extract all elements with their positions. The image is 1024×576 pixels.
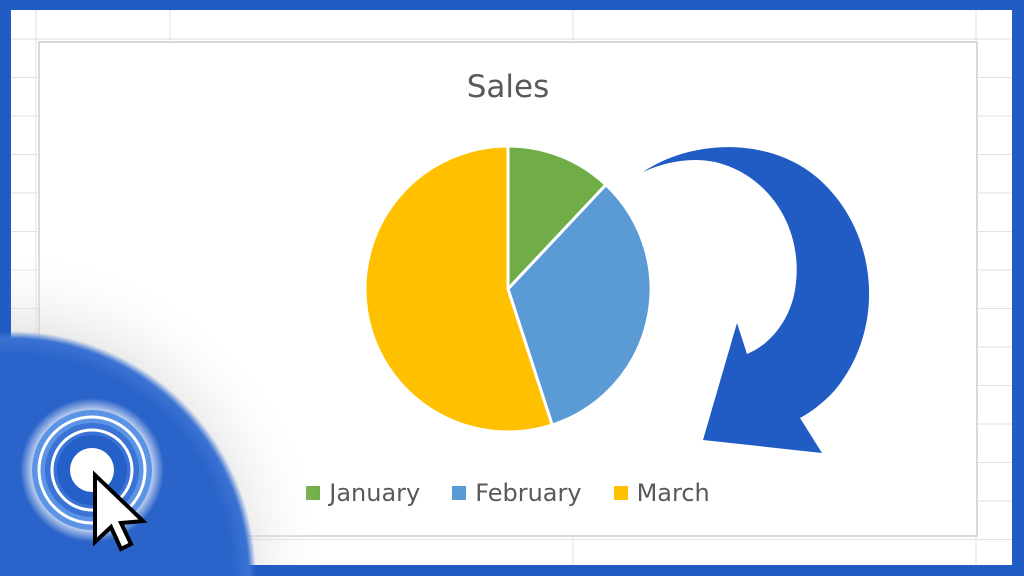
mouse-click-cursor-icon bbox=[20, 398, 164, 552]
